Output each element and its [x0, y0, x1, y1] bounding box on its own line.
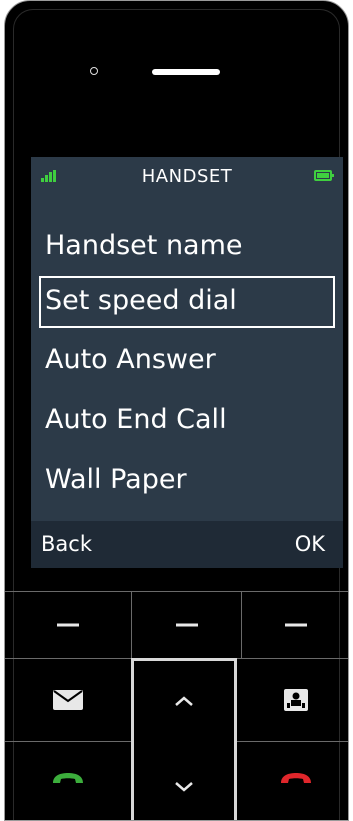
nav-up-button[interactable] — [134, 661, 234, 741]
chevron-down-icon — [175, 782, 193, 792]
call-button[interactable] — [5, 742, 131, 820]
envelope-icon — [53, 690, 83, 710]
softkey-back-label[interactable]: Back — [41, 532, 92, 556]
center-softkey-button[interactable] — [132, 591, 241, 658]
earpiece-speaker — [152, 69, 220, 75]
navigation-pad — [131, 658, 237, 820]
right-softkey-button[interactable] — [242, 591, 348, 658]
status-bar: HANDSET — [31, 157, 343, 195]
end-call-red-handset-icon — [281, 773, 311, 783]
chevron-up-icon — [175, 696, 193, 706]
dash-icon — [285, 623, 307, 626]
menu-item-wall-paper[interactable]: Wall Paper — [39, 455, 335, 507]
contact-book-icon — [284, 689, 308, 711]
dash-icon — [57, 623, 79, 626]
contacts-button[interactable] — [242, 659, 348, 741]
nav-down-button[interactable] — [134, 741, 234, 820]
dash-icon — [175, 623, 198, 626]
end-call-button[interactable] — [242, 742, 348, 820]
left-softkey-button[interactable] — [5, 591, 131, 658]
menu-item-handset-name[interactable]: Handset name — [39, 221, 335, 273]
phone-body: HANDSET Handset name Set speed dial Auto… — [4, 0, 349, 821]
call-green-handset-icon — [53, 773, 83, 783]
menu-item-auto-answer[interactable]: Auto Answer — [39, 335, 335, 387]
menu-item-set-speed-dial[interactable]: Set speed dial — [39, 276, 335, 328]
keypad — [5, 591, 348, 820]
display-screen: HANDSET Handset name Set speed dial Auto… — [31, 157, 343, 568]
battery-icon — [314, 170, 334, 181]
menu-item-auto-end-call[interactable]: Auto End Call — [39, 395, 335, 447]
messages-button[interactable] — [5, 659, 131, 741]
screen-title: HANDSET — [141, 166, 233, 187]
front-camera — [90, 67, 98, 75]
softkey-bar: Back OK — [31, 521, 343, 568]
softkey-ok-label[interactable]: OK — [295, 532, 325, 556]
